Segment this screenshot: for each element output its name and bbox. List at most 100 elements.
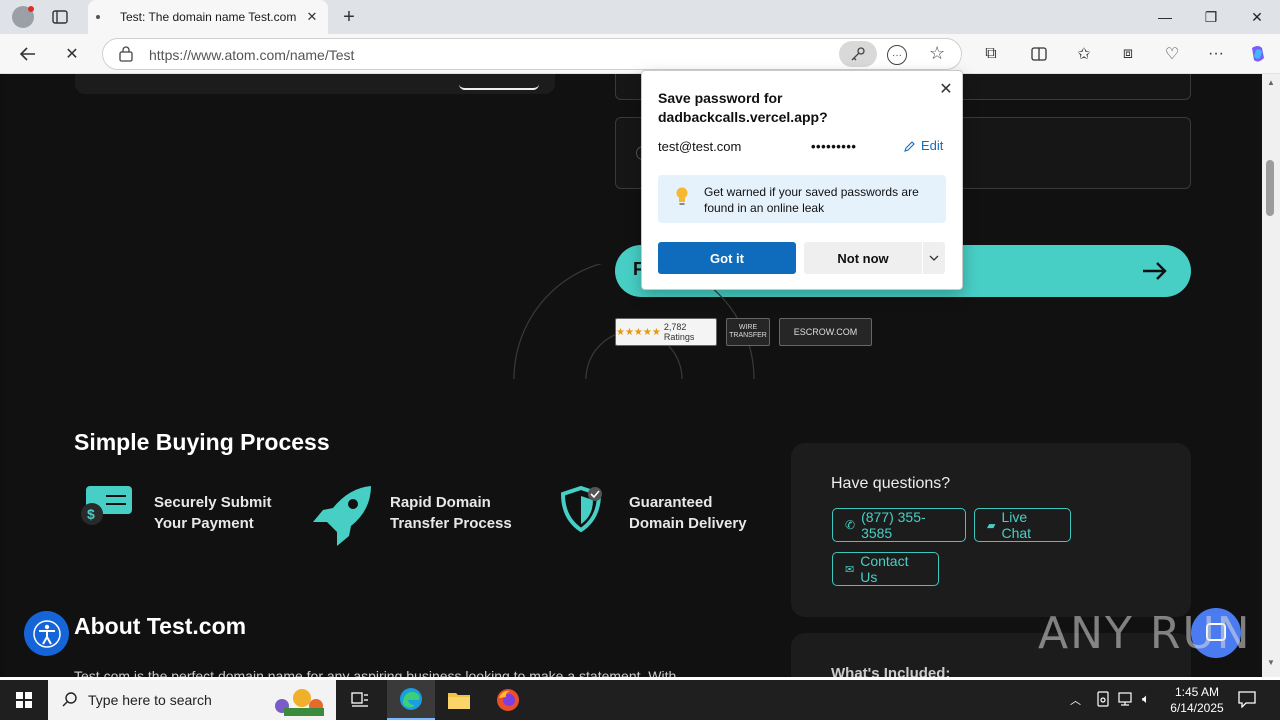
password-key-icon[interactable] bbox=[839, 41, 877, 67]
volume-icon[interactable]: 🔈︎ bbox=[1142, 691, 1160, 707]
browser-essentials-icon[interactable]: ♡ bbox=[1158, 40, 1186, 68]
svg-text:$: $ bbox=[87, 506, 95, 522]
address-bar[interactable]: https://www.atom.com/name/Test ··· ☆ bbox=[102, 38, 962, 70]
tray-chevron-up-icon[interactable]: ︿ bbox=[1070, 692, 1086, 708]
live-chat-label: Live Chat bbox=[1001, 509, 1032, 541]
rocket-icon bbox=[309, 484, 371, 546]
copilot-icon[interactable] bbox=[1244, 40, 1272, 68]
live-chat-button[interactable]: ▰ Live Chat bbox=[974, 508, 1071, 542]
contact-us-label: Contact Us bbox=[860, 553, 909, 585]
accessibility-button[interactable] bbox=[24, 611, 69, 656]
ratings-badge: ★★★★★ 2,782 Ratings bbox=[615, 318, 717, 346]
favorites-icon[interactable]: ✩ bbox=[1070, 40, 1098, 68]
notification-dot bbox=[28, 6, 34, 12]
escrow-badge: ESCROW.COM bbox=[779, 318, 872, 346]
web-page: F ★★★★★ 2,782 Ratings WIRE TRANSFER ESCRO… bbox=[0, 74, 1262, 677]
save-password-popup: Save password for dadbackcalls.vercel.ap… bbox=[641, 70, 963, 290]
split-screen-icon[interactable] bbox=[1025, 40, 1053, 68]
tab-close-icon[interactable]: ✕ bbox=[304, 9, 320, 25]
payment-card-icon: $ bbox=[76, 484, 136, 544]
wire-transfer-badge: WIRE TRANSFER bbox=[726, 318, 770, 346]
saved-username: test@test.com bbox=[658, 139, 742, 154]
not-now-button[interactable]: Not now bbox=[804, 242, 922, 274]
arrow-right-icon bbox=[1141, 259, 1169, 288]
accessibility-icon bbox=[32, 619, 61, 648]
search-highlight-flowers-icon bbox=[264, 684, 334, 716]
clock-date: 6/14/2025 bbox=[1170, 701, 1224, 715]
browser-toolbar: ✕ https://www.atom.com/name/Test ··· ☆ ⧉… bbox=[0, 34, 1280, 74]
edit-button[interactable]: Edit bbox=[904, 138, 943, 153]
read-aloud-icon[interactable]: ··· bbox=[887, 45, 907, 65]
tab-strip: Test: The domain name Test.com is ✕ + — … bbox=[0, 0, 1280, 34]
tab-active[interactable]: Test: The domain name Test.com is ✕ bbox=[88, 0, 328, 34]
step-label-transfer: Rapid Domain Transfer Process bbox=[390, 494, 512, 532]
wire-transfer-text: WIRE TRANSFER bbox=[729, 324, 767, 339]
edit-label: Edit bbox=[921, 138, 944, 153]
window-close-icon[interactable]: ✕ bbox=[1234, 0, 1280, 34]
lightbulb-icon bbox=[676, 187, 688, 212]
phone-label: (877) 355-3585 bbox=[861, 509, 926, 541]
phone-button[interactable]: ✆ (877) 355-3585 bbox=[832, 508, 966, 542]
escrow-text: ESCROW.COM bbox=[793, 327, 858, 337]
scroll-down-icon[interactable]: ▼ bbox=[1267, 658, 1275, 667]
page-background: F ★★★★★ 2,782 Ratings WIRE TRANSFER ESCRO… bbox=[4, 74, 1262, 677]
new-tab-icon[interactable]: + bbox=[338, 6, 360, 28]
contact-us-button[interactable]: ✉ Contact Us bbox=[832, 552, 939, 586]
search-placeholder: Type here to search bbox=[88, 692, 212, 708]
task-view-icon[interactable] bbox=[336, 680, 384, 720]
back-icon[interactable] bbox=[14, 40, 42, 68]
leak-warning-info: Get warned if your saved passwords are f… bbox=[658, 175, 946, 223]
popup-close-icon[interactable]: ✕ bbox=[936, 79, 956, 99]
network-icon[interactable] bbox=[1118, 691, 1136, 707]
ratings-text: 2,782 Ratings bbox=[663, 322, 695, 342]
pencil-icon bbox=[904, 140, 915, 152]
windows-logo-icon bbox=[16, 692, 32, 708]
shield-check-icon bbox=[557, 484, 617, 544]
settings-more-icon[interactable]: ··· bbox=[1202, 40, 1230, 68]
card-button[interactable] bbox=[459, 74, 539, 90]
mail-icon: ✉ bbox=[845, 563, 855, 576]
included-title: What's Included: bbox=[831, 665, 951, 677]
firefox-icon[interactable] bbox=[484, 680, 532, 720]
taskbar-search[interactable]: Type here to search bbox=[48, 680, 336, 720]
tab-title: Test: The domain name Test.com is bbox=[120, 10, 300, 24]
stop-loading-icon[interactable]: ✕ bbox=[58, 40, 86, 68]
notifications-icon[interactable] bbox=[1238, 690, 1258, 710]
got-it-button[interactable]: Got it bbox=[658, 242, 796, 274]
restore-icon[interactable]: ❐ bbox=[1188, 0, 1234, 34]
saved-password-mask: ••••••••• bbox=[811, 139, 857, 154]
taskbar-clock[interactable]: 1:45 AM 6/14/2025 bbox=[1160, 684, 1234, 716]
popup-title: Save password for dadbackcalls.vercel.ap… bbox=[658, 90, 828, 125]
about-body: Test.com is the perfect domain name for … bbox=[74, 668, 677, 677]
scroll-up-icon[interactable]: ▲ bbox=[1267, 78, 1275, 87]
edge-taskbar-icon[interactable] bbox=[387, 680, 435, 720]
site-info-lock-icon[interactable] bbox=[119, 46, 135, 62]
chat-bubble-icon: ▰ bbox=[987, 519, 996, 532]
collections-icon[interactable]: ⧈ bbox=[1114, 40, 1142, 68]
file-explorer-icon[interactable] bbox=[435, 680, 483, 720]
questions-title: Have questions? bbox=[831, 475, 951, 492]
favorite-star-icon[interactable]: ☆ bbox=[929, 43, 945, 64]
url-text: https://www.atom.com/name/Test bbox=[149, 47, 355, 63]
questions-card: Have questions? ✆ (877) 355-3585 ▰ Live Ch… bbox=[791, 443, 1191, 617]
profile-avatar-icon[interactable] bbox=[12, 6, 34, 28]
tray-device-icon[interactable] bbox=[1096, 691, 1112, 707]
page-scrollbar[interactable]: ▲ ▼ bbox=[1262, 74, 1280, 677]
step-label-payment: Securely Submit Your Payment bbox=[154, 494, 272, 532]
start-button[interactable] bbox=[0, 680, 48, 720]
leak-warning-text: Get warned if your saved passwords are f… bbox=[704, 185, 919, 215]
clock-time: 1:45 AM bbox=[1174, 685, 1220, 699]
windows-taskbar: Type here to search ︿ 🔈︎ 1:45 AM 6/14/20… bbox=[0, 680, 1280, 720]
search-card bbox=[75, 74, 555, 94]
tab-actions-icon[interactable] bbox=[50, 8, 70, 26]
scroll-thumb[interactable] bbox=[1266, 160, 1274, 216]
section-title: Simple Buying Process bbox=[74, 429, 330, 455]
extensions-icon[interactable]: ⧉ bbox=[977, 40, 1005, 68]
minimize-icon[interactable]: — bbox=[1142, 0, 1188, 34]
anyrun-watermark: ANY RUN bbox=[1038, 608, 1252, 659]
phone-icon: ✆ bbox=[845, 518, 856, 532]
about-title: About Test.com bbox=[74, 613, 247, 639]
step-label-delivery: Guaranteed Domain Delivery bbox=[629, 494, 747, 532]
search-icon bbox=[62, 691, 78, 712]
chevron-down-icon[interactable] bbox=[923, 242, 945, 274]
